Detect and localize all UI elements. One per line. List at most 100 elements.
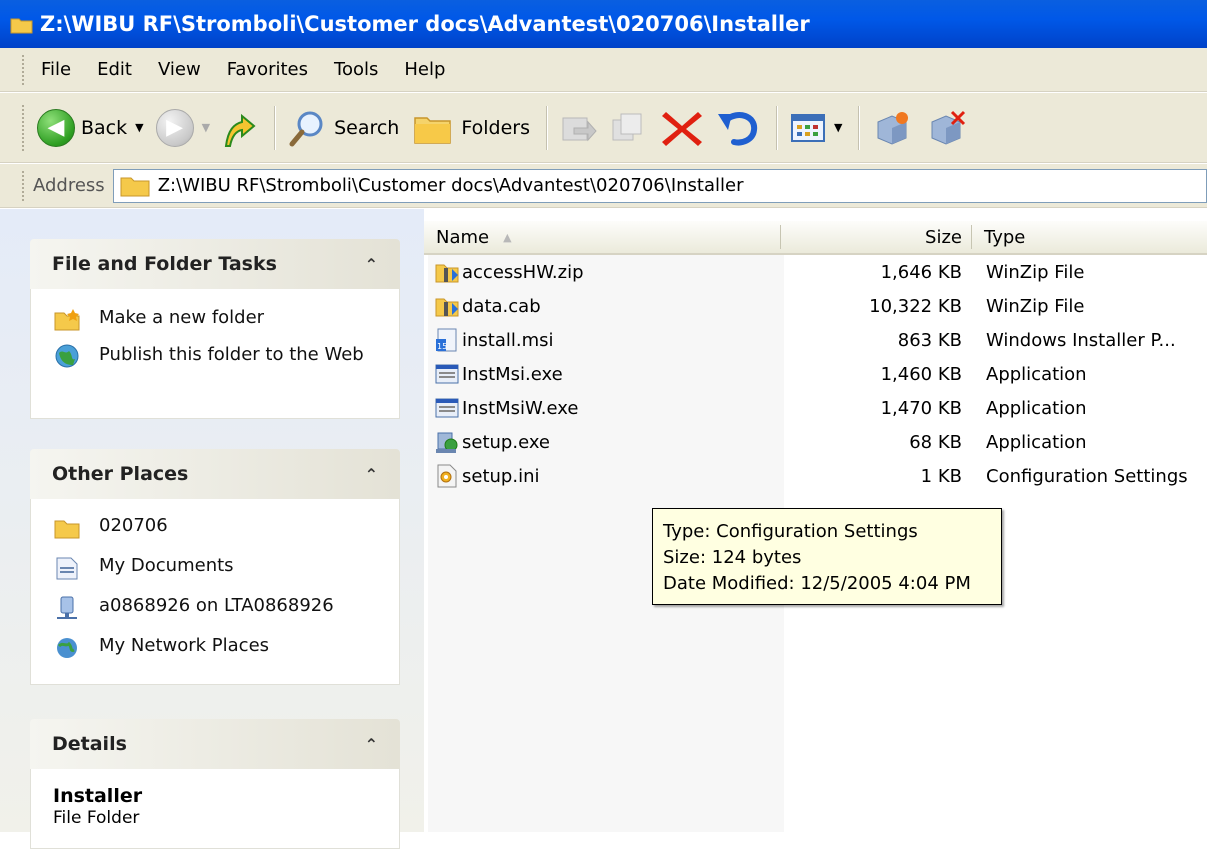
column-divider[interactable]	[780, 225, 781, 249]
file-name: setup.ini	[462, 465, 540, 487]
make-new-folder-link[interactable]: Make a new folder	[53, 307, 399, 333]
menu-grip[interactable]	[22, 54, 27, 85]
back-button[interactable]: ◀ Back ▼	[37, 108, 144, 147]
folder-icon	[54, 520, 80, 539]
collapse-chevron-icon[interactable]: ⌃	[365, 465, 378, 484]
menu-view[interactable]: View	[158, 59, 201, 80]
tooltip-size: Size: 124 bytes	[663, 547, 802, 568]
disconnect-drive-button[interactable]	[926, 108, 968, 148]
setup-icon	[434, 429, 460, 455]
column-divider[interactable]	[971, 225, 972, 249]
file-folder-tasks-panel: File and Folder Tasks ⌃ Make a new folde…	[30, 239, 400, 419]
folder-icon	[10, 15, 34, 34]
map-drive-button[interactable]	[872, 108, 914, 148]
file-folder-tasks-header[interactable]: File and Folder Tasks ⌃	[30, 239, 400, 289]
new-folder-icon	[54, 309, 80, 331]
move-to-button[interactable]	[560, 110, 598, 146]
toolbar-separator	[274, 105, 277, 150]
menu-file[interactable]: File	[41, 59, 71, 80]
views-button[interactable]: ▼	[790, 113, 842, 143]
file-size: 1,460 KB	[880, 363, 962, 385]
other-places-panel: Other Places ⌃ 020706 My Documents a0868…	[30, 449, 400, 685]
file-type-cell: Application	[986, 391, 1204, 425]
up-folder-button[interactable]	[222, 108, 258, 148]
column-header-type[interactable]: Type	[984, 221, 1204, 253]
file-name-cell[interactable]: data.cab	[434, 289, 780, 323]
file-folder-tasks-body: Make a new folder Publish this folder to…	[30, 289, 400, 419]
copy-to-button[interactable]	[610, 110, 648, 146]
file-type: Application	[986, 397, 1087, 419]
panel-title: File and Folder Tasks	[52, 253, 277, 275]
folders-button[interactable]: Folders	[411, 108, 530, 148]
disconnect-drive-icon	[931, 110, 966, 145]
address-input[interactable]: Z:\WIBU RF\Stromboli\Customer docs\Advan…	[112, 168, 1207, 203]
file-row[interactable]: 15 install.msi 863 KB Windows Installer P..…	[424, 323, 1207, 357]
file-name: data.cab	[462, 295, 541, 317]
file-size-cell: 10,322 KB	[784, 289, 962, 323]
file-row[interactable]: InstMsiW.exe 1,470 KB Application	[424, 391, 1207, 425]
file-type-cell: Application	[986, 357, 1204, 391]
sort-ascending-icon: ▲	[503, 230, 512, 244]
file-size: 863 KB	[897, 329, 962, 351]
file-name: InstMsiW.exe	[462, 397, 579, 419]
search-button[interactable]: Search	[288, 108, 399, 148]
file-row[interactable]: data.cab 10,322 KB WinZip File	[424, 289, 1207, 323]
place-link-my-documents[interactable]: My Documents	[53, 555, 399, 581]
file-size: 1 KB	[920, 465, 962, 487]
file-row[interactable]: setup.exe 68 KB Application	[424, 425, 1207, 459]
column-header-size[interactable]: Size	[784, 221, 962, 253]
file-type: WinZip File	[986, 261, 1085, 283]
file-name-cell[interactable]: InstMsiW.exe	[434, 391, 780, 425]
toolbar-grip[interactable]	[22, 104, 27, 151]
file-name-cell[interactable]: 15 install.msi	[434, 323, 780, 357]
collapse-chevron-icon[interactable]: ⌃	[365, 255, 378, 274]
file-type: Application	[986, 431, 1087, 453]
details-panel: Details ⌃ Installer File Folder	[30, 719, 400, 849]
address-grip[interactable]	[22, 170, 27, 201]
file-size: 1,470 KB	[880, 397, 962, 419]
task-pane: File and Folder Tasks ⌃ Make a new folde…	[0, 209, 424, 849]
network-drive-icon	[57, 596, 77, 619]
file-row[interactable]: InstMsi.exe 1,460 KB Application	[424, 357, 1207, 391]
panel-title: Details	[52, 733, 127, 755]
menu-help[interactable]: Help	[404, 59, 445, 80]
delete-button[interactable]	[660, 108, 704, 148]
forward-button[interactable]: ▶ ▼	[155, 108, 210, 147]
place-link-network-places[interactable]: My Network Places	[53, 635, 399, 661]
file-row[interactable]: accessHW.zip 1,646 KB WinZip File	[424, 255, 1207, 289]
place-link-network-drive[interactable]: a0868926 on LTA0868926	[53, 595, 399, 621]
publish-web-icon	[55, 344, 79, 368]
msi-icon: 15	[434, 327, 460, 353]
file-name: InstMsi.exe	[462, 363, 563, 385]
file-row[interactable]: setup.ini 1 KB Configuration Settings	[424, 459, 1207, 493]
details-header[interactable]: Details ⌃	[30, 719, 400, 769]
file-type-cell: Application	[986, 425, 1204, 459]
file-name-cell[interactable]: InstMsi.exe	[434, 357, 780, 391]
publish-folder-web-link[interactable]: Publish this folder to the Web	[53, 343, 399, 369]
forward-arrow-icon: ▶	[155, 108, 194, 147]
forward-dropdown-icon[interactable]: ▼	[202, 121, 210, 134]
file-name-cell[interactable]: setup.exe	[434, 425, 780, 459]
place-label: My Network Places	[99, 635, 270, 656]
address-value: Z:\WIBU RF\Stromboli\Customer docs\Advan…	[157, 175, 744, 196]
column-header-name[interactable]: Name ▲	[436, 221, 776, 253]
menu-favorites[interactable]: Favorites	[227, 59, 308, 80]
menu-edit[interactable]: Edit	[97, 59, 132, 80]
delete-icon	[661, 111, 702, 146]
collapse-chevron-icon[interactable]: ⌃	[365, 735, 378, 754]
file-name-cell[interactable]: accessHW.zip	[434, 255, 780, 289]
back-dropdown-icon[interactable]: ▼	[135, 121, 143, 134]
other-places-header[interactable]: Other Places ⌃	[30, 449, 400, 499]
file-size-cell: 863 KB	[784, 323, 962, 357]
place-label: 020706	[99, 515, 168, 536]
file-size-cell: 1,460 KB	[784, 357, 962, 391]
menu-tools[interactable]: Tools	[334, 59, 378, 80]
title-bar[interactable]: Z:\WIBU RF\Stromboli\Customer docs\Advan…	[0, 0, 1207, 48]
views-icon	[790, 113, 825, 142]
folders-icon	[414, 116, 452, 144]
place-link-020706[interactable]: 020706	[53, 515, 399, 541]
file-name-cell[interactable]: setup.ini	[434, 459, 780, 493]
views-dropdown-icon[interactable]: ▼	[834, 121, 842, 134]
undo-button[interactable]	[716, 108, 760, 148]
folders-label: Folders	[461, 116, 530, 139]
